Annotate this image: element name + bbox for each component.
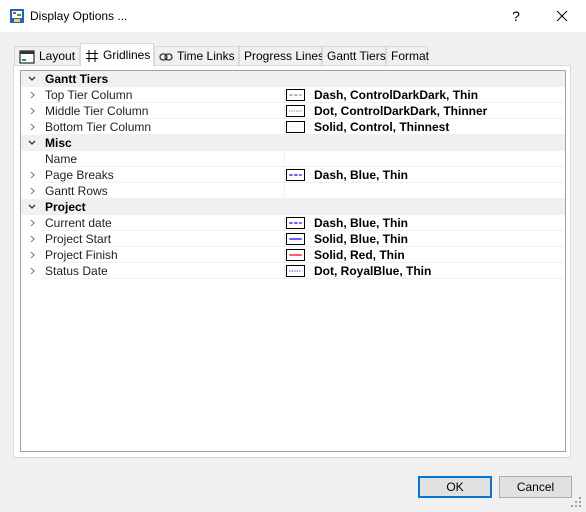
chevron-right-icon[interactable] <box>25 263 39 279</box>
property-label: Top Tier Column <box>45 88 133 102</box>
chevron-right-icon[interactable] <box>25 87 39 103</box>
property-row[interactable]: Project Start Solid, Blue, Thin <box>21 231 565 247</box>
link-icon <box>159 53 173 61</box>
property-label: Project Start <box>45 232 112 246</box>
tab-label: Gantt Tiers <box>327 49 386 63</box>
property-label: Project Finish <box>45 248 118 262</box>
category-label: Project <box>45 200 86 214</box>
property-row[interactable]: Bottom Tier Column Solid, Control, Thinn… <box>21 119 565 135</box>
property-row[interactable]: Project Finish Solid, Red, Thin <box>21 247 565 263</box>
line-swatch-icon <box>286 217 305 229</box>
property-value[interactable]: Dot, RoyalBlue, Thin <box>314 264 431 278</box>
property-label: Name <box>45 152 78 166</box>
tab-label: Layout <box>39 49 76 63</box>
line-swatch-icon <box>286 265 305 277</box>
property-grid: Gantt Tiers Top Tier Column Dash, Contro… <box>20 70 566 452</box>
tab-label: Gridlines <box>103 48 151 62</box>
category-misc[interactable]: Misc <box>21 135 565 151</box>
category-project[interactable]: Project <box>21 199 565 215</box>
close-icon[interactable] <box>546 4 578 28</box>
line-swatch-icon <box>286 105 305 117</box>
chevron-down-icon[interactable] <box>25 135 39 151</box>
property-label: Status Date <box>45 264 108 278</box>
line-swatch-icon <box>286 121 305 133</box>
property-value[interactable]: Solid, Blue, Thin <box>314 232 408 246</box>
property-value[interactable]: Dash, Blue, Thin <box>314 168 408 182</box>
property-label: Page Breaks <box>45 168 114 182</box>
property-row[interactable]: Current date Dash, Blue, Thin <box>21 215 565 231</box>
chevron-right-icon[interactable] <box>25 247 39 263</box>
chevron-right-icon[interactable] <box>25 119 39 135</box>
property-value[interactable]: Solid, Red, Thin <box>314 248 405 262</box>
tab-label: Format <box>391 49 430 63</box>
chevron-down-icon[interactable] <box>25 199 39 215</box>
window-title: Display Options ... <box>30 9 128 23</box>
tab-gantt-tiers[interactable]: Gantt Tiers <box>322 46 386 65</box>
property-row[interactable]: Name <box>21 151 565 167</box>
property-label: Bottom Tier Column <box>45 120 152 134</box>
tab-format[interactable]: Format <box>386 46 430 65</box>
ok-button[interactable]: OK <box>418 476 492 498</box>
property-value[interactable]: Dash, ControlDarkDark, Thin <box>314 88 478 102</box>
chevron-right-icon[interactable] <box>25 231 39 247</box>
property-row[interactable]: Middle Tier Column Dot, ControlDarkDark,… <box>21 103 565 119</box>
category-label: Gantt Tiers <box>45 72 109 86</box>
category-label: Misc <box>45 136 72 150</box>
layout-icon <box>19 50 35 64</box>
property-label: Gantt Rows <box>45 184 108 198</box>
title-bar: Display Options ... ? <box>0 0 586 32</box>
grid-icon <box>86 49 98 62</box>
property-label: Current date <box>45 216 112 230</box>
line-swatch-icon <box>286 169 305 181</box>
chevron-right-icon[interactable] <box>25 215 39 231</box>
cancel-button[interactable]: Cancel <box>499 476 572 498</box>
property-value[interactable]: Dash, Blue, Thin <box>314 216 408 230</box>
chevron-right-icon[interactable] <box>25 103 39 119</box>
tab-label: Progress Lines <box>244 49 325 63</box>
property-value[interactable]: Solid, Control, Thinnest <box>314 120 449 134</box>
resize-grip-icon[interactable] <box>570 496 582 508</box>
tab-progress-lines[interactable]: Progress Lines <box>239 46 325 65</box>
category-gantt-tiers[interactable]: Gantt Tiers <box>21 71 565 87</box>
property-row[interactable]: Status Date Dot, RoyalBlue, Thin <box>21 263 565 279</box>
chevron-right-icon[interactable] <box>25 183 39 199</box>
tab-layout[interactable]: Layout <box>14 46 80 65</box>
property-value[interactable]: Dot, ControlDarkDark, Thinner <box>314 104 487 118</box>
app-icon <box>10 9 24 23</box>
line-swatch-icon <box>286 233 305 245</box>
property-row[interactable]: Gantt Rows <box>21 183 565 199</box>
tab-gridlines[interactable]: Gridlines <box>80 43 154 66</box>
tab-label: Time Links <box>177 49 235 63</box>
chevron-right-icon[interactable] <box>25 167 39 183</box>
line-swatch-icon <box>286 89 305 101</box>
chevron-down-icon[interactable] <box>25 71 39 87</box>
property-row[interactable]: Page Breaks Dash, Blue, Thin <box>21 167 565 183</box>
line-swatch-icon <box>286 249 305 261</box>
tab-time-links[interactable]: Time Links <box>154 46 239 65</box>
property-label: Middle Tier Column <box>45 104 149 118</box>
property-row[interactable]: Top Tier Column Dash, ControlDarkDark, T… <box>21 87 565 103</box>
help-button[interactable]: ? <box>500 4 532 28</box>
